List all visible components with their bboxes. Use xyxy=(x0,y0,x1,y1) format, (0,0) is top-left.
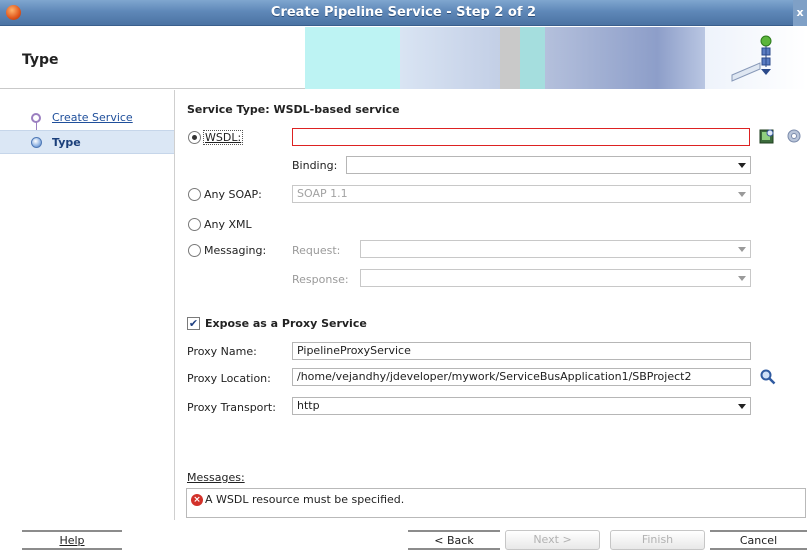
proxy-transport-select[interactable]: http xyxy=(292,397,751,415)
expose-proxy-label[interactable]: Expose as a Proxy Service xyxy=(205,317,367,330)
chevron-down-icon[interactable] xyxy=(738,163,746,168)
next-button: Next > xyxy=(505,530,600,550)
soap-version-select: SOAP 1.1 xyxy=(292,185,751,203)
wsdl-radio[interactable] xyxy=(188,131,201,144)
back-button[interactable]: < Back xyxy=(408,530,500,550)
back-label: < Back xyxy=(434,534,474,547)
wizard-header: Type xyxy=(0,27,807,89)
messaging-radio[interactable] xyxy=(188,244,201,257)
messaging-label[interactable]: Messaging: xyxy=(204,244,266,257)
proxy-name-input[interactable]: PipelineProxyService xyxy=(292,342,751,360)
any-xml-label[interactable]: Any XML xyxy=(204,218,252,231)
nav-item-label: Type xyxy=(52,136,81,149)
help-button[interactable]: Help xyxy=(22,530,122,550)
messages-label: Messages: xyxy=(187,471,245,484)
nav-item-type[interactable]: Type xyxy=(0,130,174,154)
response-select xyxy=(360,269,751,287)
expose-proxy-checkbox[interactable]: ✔ xyxy=(187,317,200,330)
finish-label: Finish xyxy=(641,533,674,546)
request-select xyxy=(360,240,751,258)
wizard-steps-nav: Create Service Type xyxy=(0,90,175,520)
cancel-button[interactable]: Cancel xyxy=(710,530,807,550)
binding-select[interactable] xyxy=(346,156,751,174)
step-current-icon xyxy=(31,137,42,148)
error-icon: × xyxy=(191,494,203,506)
service-graphic-icon xyxy=(731,35,772,82)
any-soap-radio[interactable] xyxy=(188,188,201,201)
browse-wsdl-icon[interactable] xyxy=(759,128,775,144)
nav-item-label[interactable]: Create Service xyxy=(52,111,133,124)
proxy-name-label: Proxy Name: xyxy=(187,345,257,358)
help-label: Help xyxy=(59,534,85,547)
chevron-down-icon[interactable] xyxy=(738,404,746,409)
service-type-heading: Service Type: WSDL-based service xyxy=(187,103,400,116)
chevron-down-icon xyxy=(738,192,746,197)
cancel-label: Cancel xyxy=(739,534,778,547)
finish-button: Finish xyxy=(610,530,705,550)
proxy-location-label: Proxy Location: xyxy=(187,372,271,385)
nav-item-create-service[interactable]: Create Service xyxy=(0,106,174,132)
chevron-down-icon xyxy=(738,247,746,252)
request-label: Request: xyxy=(292,244,341,257)
response-label: Response: xyxy=(292,273,349,286)
window-title: Create Pipeline Service - Step 2 of 2 xyxy=(270,5,537,20)
error-message: A WSDL resource must be specified. xyxy=(205,493,405,506)
wsdl-input[interactable] xyxy=(292,128,750,146)
gear-icon[interactable] xyxy=(786,128,802,144)
title-bar: Create Pipeline Service - Step 2 of 2 x xyxy=(0,0,807,26)
any-soap-label[interactable]: Any SOAP: xyxy=(204,188,262,201)
search-icon[interactable] xyxy=(760,369,776,385)
binding-label: Binding: xyxy=(292,159,338,172)
chevron-down-icon xyxy=(738,276,746,281)
close-button[interactable]: x xyxy=(793,0,807,26)
wsdl-label[interactable]: WSDL: xyxy=(202,130,244,145)
any-xml-radio[interactable] xyxy=(188,218,201,231)
proxy-location-input[interactable]: /home/vejandhy/jdeveloper/mywork/Service… xyxy=(292,368,751,386)
next-label: Next > xyxy=(533,533,572,546)
messages-panel: × A WSDL resource must be specified. xyxy=(186,488,806,518)
proxy-transport-label: Proxy Transport: xyxy=(187,401,276,414)
page-title: Type xyxy=(22,52,59,68)
